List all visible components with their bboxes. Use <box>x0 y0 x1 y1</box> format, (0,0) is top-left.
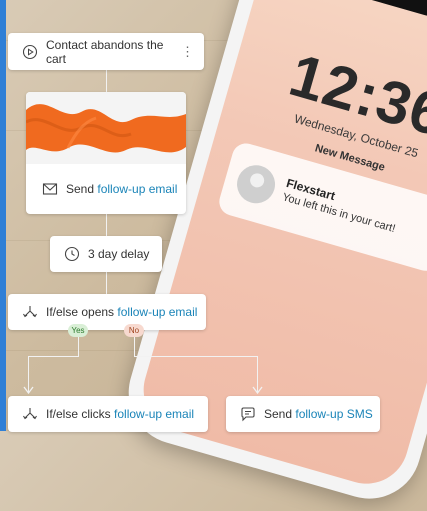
send-email-card[interactable]: Send follow-up email <box>26 92 186 214</box>
trigger-card[interactable]: Contact abandons the cart ⋮ <box>8 33 204 70</box>
smartphone: 12:36 Wednesday, October 25 New Message … <box>116 0 427 511</box>
chat-icon <box>240 406 256 422</box>
branch-icon <box>22 406 38 422</box>
envelope-icon <box>42 181 58 197</box>
delay-label: 3 day delay <box>88 247 150 261</box>
ifelse-opens-prefix: If/else opens <box>46 305 118 319</box>
arrow-down-icon <box>252 386 263 394</box>
send-email-row: Send follow-up email <box>26 164 186 214</box>
ifelse-clicks-card[interactable]: If/else clicks follow-up email <box>8 396 208 432</box>
follow-up-email-link[interactable]: follow-up email <box>117 305 197 319</box>
left-accent-bar <box>0 0 6 431</box>
dynamic-island <box>349 0 427 19</box>
follow-up-email-link[interactable]: follow-up email <box>114 407 194 421</box>
ifelse-clicks-prefix: If/else clicks <box>46 407 115 421</box>
send-sms-card[interactable]: Send follow-up SMS <box>226 396 380 432</box>
follow-up-email-link[interactable]: follow-up email <box>97 182 177 196</box>
delay-card[interactable]: 3 day delay <box>50 236 162 272</box>
kebab-menu-icon[interactable]: ⋮ <box>181 44 194 60</box>
connector-line <box>106 272 107 294</box>
product-image <box>26 92 186 164</box>
play-circle-icon <box>22 44 38 60</box>
no-branch-badge: No <box>124 324 144 337</box>
connector-line <box>106 70 107 92</box>
clock-icon <box>64 246 80 262</box>
sender-avatar <box>232 160 280 208</box>
connector-line <box>106 214 107 236</box>
message-notification[interactable]: Flexstart You left this in your cart! <box>216 140 427 275</box>
trigger-label: Contact abandons the cart <box>46 37 164 66</box>
yes-branch-badge: Yes <box>68 324 88 337</box>
arrow-down-icon <box>23 386 34 394</box>
notification-message: You left this in your cart! <box>280 191 397 236</box>
send-email-prefix: Send <box>66 182 98 196</box>
follow-up-sms-link[interactable]: follow-up SMS <box>295 407 372 421</box>
send-sms-prefix: Send <box>264 407 296 421</box>
ifelse-opens-card[interactable]: If/else opens follow-up email <box>8 294 206 330</box>
connector-line <box>28 356 79 357</box>
connector-line <box>134 356 258 357</box>
branch-icon <box>22 304 38 320</box>
